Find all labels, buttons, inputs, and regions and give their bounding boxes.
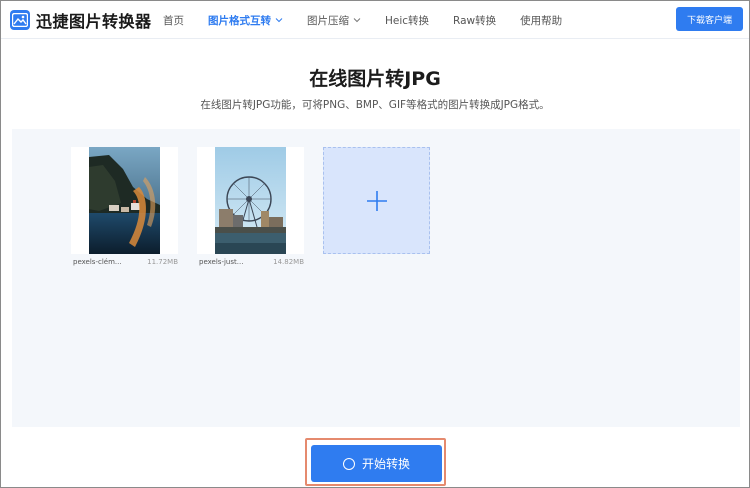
add-image-button[interactable] xyxy=(323,147,430,254)
nav-item-label: 图片压缩 xyxy=(307,14,349,27)
nav-item-home[interactable]: 首页 xyxy=(163,13,184,28)
file-size: 14.82MB xyxy=(273,258,304,266)
file-thumbnail[interactable] xyxy=(71,147,178,254)
page-subtitle: 在线图片转JPG功能，可将PNG、BMP、GIF等格式的图片转换成JPG格式。 xyxy=(200,99,550,111)
file-name: pexels-clém... xyxy=(73,258,122,266)
file-name: pexels-just... xyxy=(199,258,244,266)
file-thumbnail[interactable] xyxy=(197,147,304,254)
nav-item-raw[interactable]: Raw转换 xyxy=(453,13,496,28)
app-window: 迅捷图片转换器 首页 图片格式互转 图片压缩 Heic转换 Raw转换 使用帮助… xyxy=(0,0,750,488)
image-preview xyxy=(89,147,160,254)
logo-icon xyxy=(10,10,30,30)
nav-item-label: 首页 xyxy=(163,14,184,27)
spinner-icon xyxy=(342,457,355,470)
download-client-button[interactable]: 下载客户端 xyxy=(676,7,743,31)
page-title: 在线图片转JPG xyxy=(309,68,441,90)
image-preview xyxy=(215,147,286,254)
start-convert-button[interactable]: 开始转换 xyxy=(311,445,442,482)
chevron-down-icon xyxy=(353,18,361,23)
nav-item-label: 图片格式互转 xyxy=(208,14,271,27)
top-header: 迅捷图片转换器 首页 图片格式互转 图片压缩 Heic转换 Raw转换 使用帮助… xyxy=(1,1,749,39)
logo[interactable]: 迅捷图片转换器 xyxy=(10,9,152,31)
nav-item-label: Heic转换 xyxy=(385,14,430,27)
nav-item-label: Raw转换 xyxy=(453,14,497,27)
nav-item-format-convert[interactable]: 图片格式互转 xyxy=(208,13,283,28)
nav-item-compress[interactable]: 图片压缩 xyxy=(307,13,361,28)
nav-item-heic[interactable]: Heic转换 xyxy=(385,13,429,28)
upload-area[interactable]: pexels-clém... 11.72MB pexels-just... 14… xyxy=(12,129,740,427)
file-size: 11.72MB xyxy=(147,258,178,266)
main-nav: 首页 图片格式互转 图片压缩 Heic转换 Raw转换 使用帮助 xyxy=(163,1,586,39)
nav-item-label: 使用帮助 xyxy=(520,14,563,27)
nav-item-help[interactable]: 使用帮助 xyxy=(520,13,562,28)
start-convert-label: 开始转换 xyxy=(361,457,410,471)
chevron-down-icon xyxy=(275,18,283,23)
logo-text: 迅捷图片转换器 xyxy=(36,12,152,31)
plus-icon xyxy=(366,190,387,211)
